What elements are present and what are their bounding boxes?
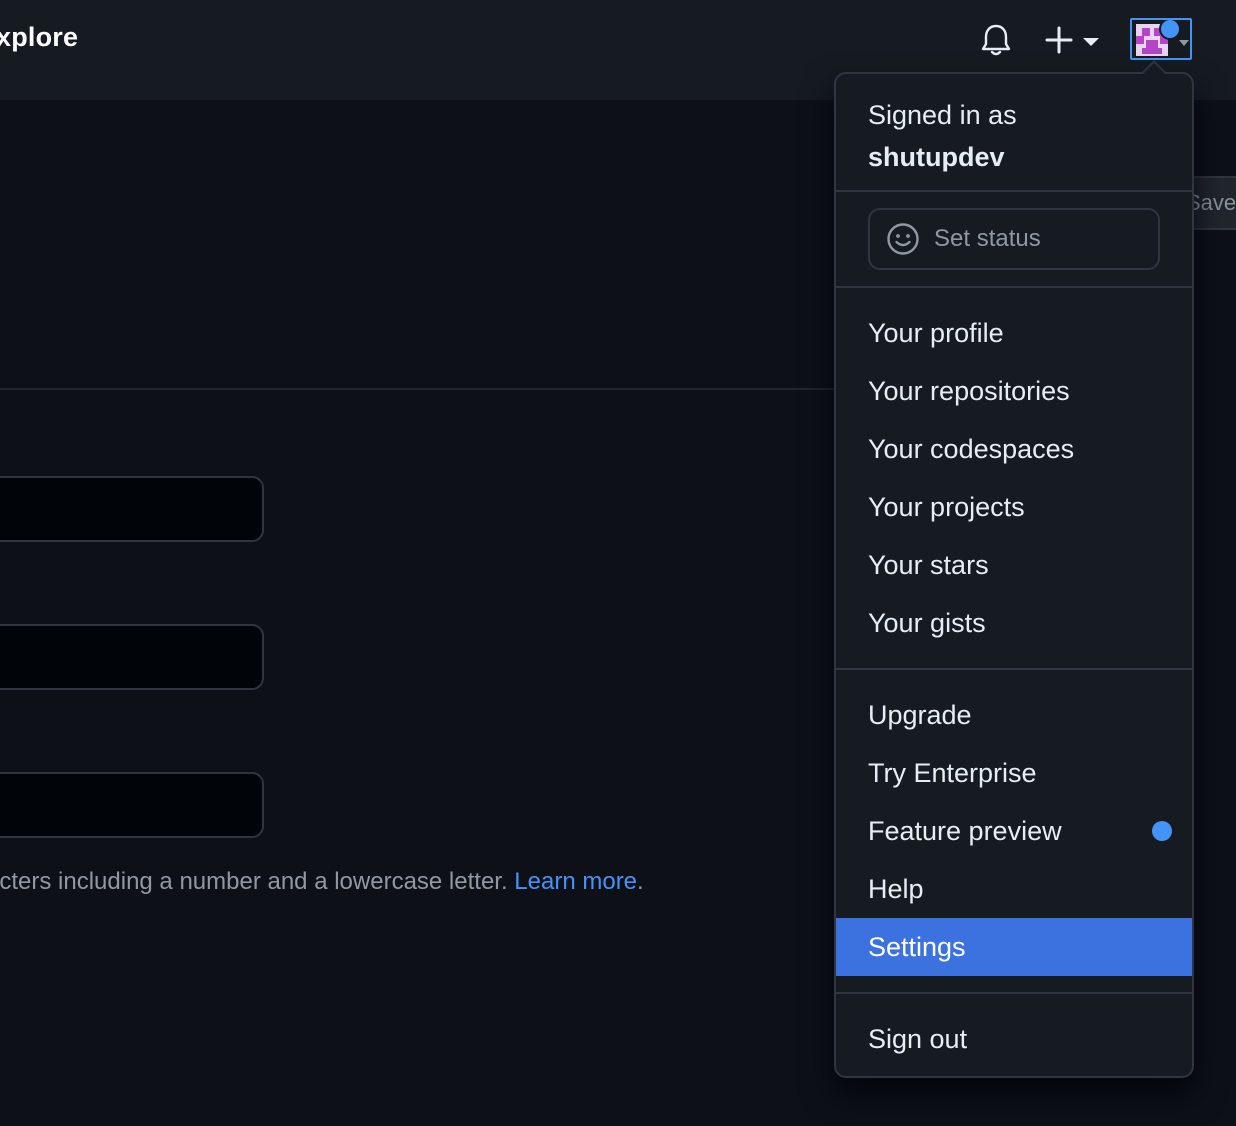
- set-status-button[interactable]: Set status: [868, 208, 1160, 270]
- signed-in-header: Signed in as shutupdev: [868, 94, 1017, 178]
- caret-down-icon: [1179, 40, 1189, 46]
- menu-item-your-repositories[interactable]: Your repositories: [836, 362, 1192, 420]
- menu-divider: [836, 668, 1192, 670]
- learn-more-link[interactable]: Learn more: [514, 868, 637, 895]
- password-field-confirm[interactable]: [0, 772, 264, 838]
- menu-item-settings[interactable]: Settings: [836, 918, 1192, 976]
- user-dropdown-menu: Signed in as shutupdev Set status Your p…: [834, 72, 1194, 1078]
- section-divider: [0, 388, 836, 390]
- chevron-down-icon: [1083, 38, 1099, 46]
- signed-in-label: Signed in as: [868, 100, 1017, 130]
- user-menu-button[interactable]: [1130, 18, 1192, 60]
- menu-divider: [836, 286, 1192, 288]
- menu-item-your-projects[interactable]: Your projects: [836, 478, 1192, 536]
- smiley-icon: [887, 223, 919, 255]
- feature-preview-dot: [1152, 821, 1172, 841]
- menu-item-your-stars[interactable]: Your stars: [836, 536, 1192, 594]
- set-status-label: Set status: [934, 225, 1041, 252]
- menu-item-your-gists[interactable]: Your gists: [836, 594, 1192, 652]
- password-field-old[interactable]: [0, 476, 264, 542]
- username: shutupdev: [868, 142, 1005, 172]
- menu-divider: [836, 992, 1192, 994]
- menu-item-help[interactable]: Help: [836, 860, 1192, 918]
- menu-item-try-enterprise[interactable]: Try Enterprise: [836, 744, 1192, 802]
- menu-item-upgrade[interactable]: Upgrade: [836, 686, 1192, 744]
- menu-item-sign-out[interactable]: Sign out: [836, 1010, 1192, 1068]
- password-help-text: acters including a number and a lowercas…: [0, 868, 644, 895]
- page-title[interactable]: xplore: [0, 22, 78, 53]
- bell-icon[interactable]: [978, 22, 1014, 58]
- dropdown-caret-inner: [1143, 63, 1165, 74]
- menu-item-your-profile[interactable]: Your profile: [836, 304, 1192, 362]
- menu-divider: [836, 190, 1192, 192]
- avatar: [1136, 20, 1189, 56]
- notification-dot: [1159, 20, 1181, 40]
- create-new-button[interactable]: [1040, 22, 1104, 58]
- menu-item-feature-preview[interactable]: Feature preview: [836, 802, 1192, 860]
- password-field-new[interactable]: [0, 624, 264, 690]
- page: Save acters including a number and a low…: [0, 0, 1236, 1126]
- menu-item-your-codespaces[interactable]: Your codespaces: [836, 420, 1192, 478]
- plus-icon: [1045, 26, 1073, 54]
